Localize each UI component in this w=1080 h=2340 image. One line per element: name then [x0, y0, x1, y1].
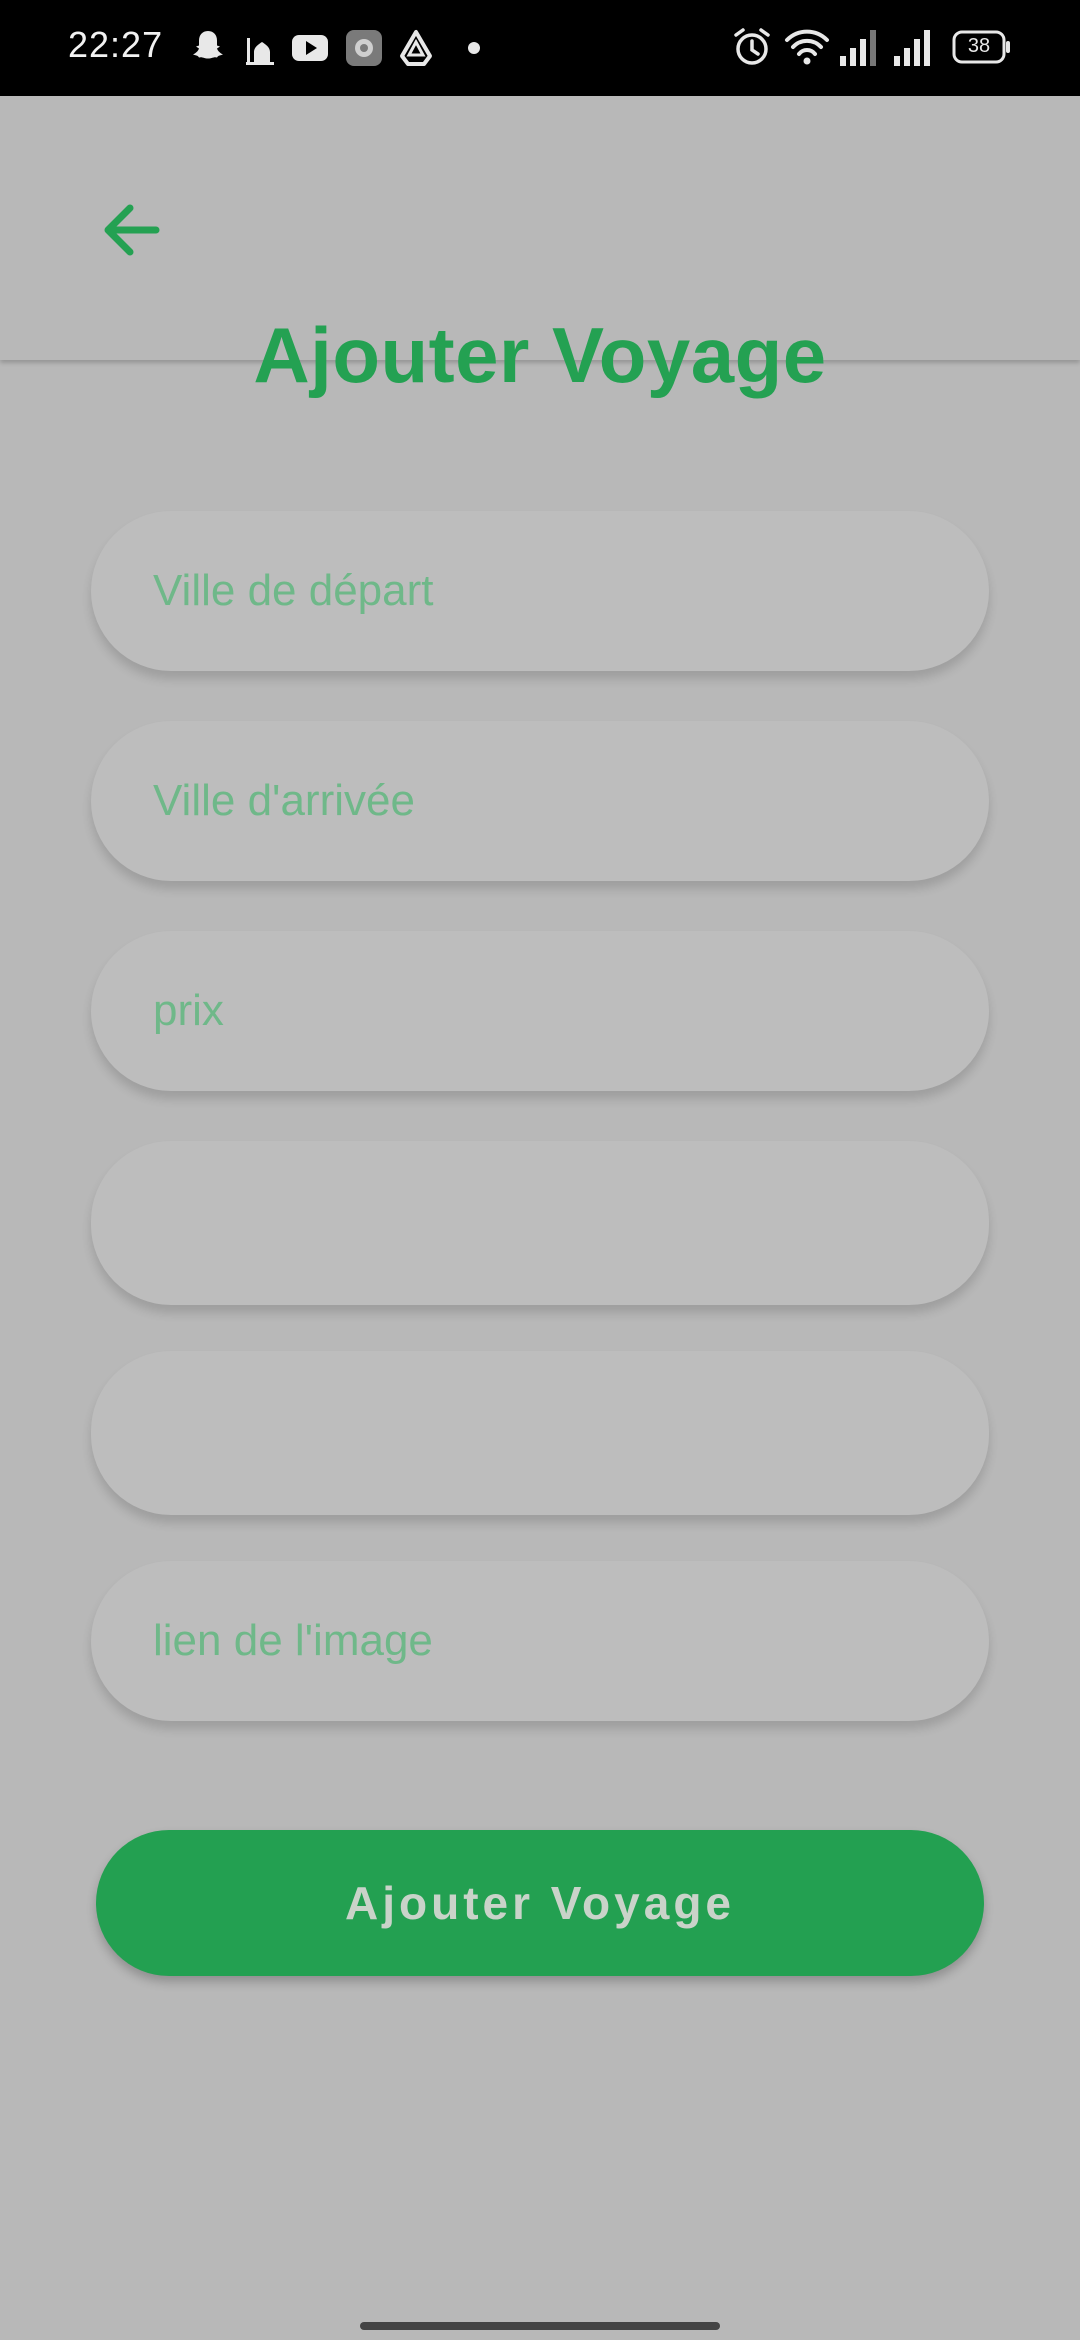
arrow-left-icon — [104, 204, 160, 256]
arrival-city-input[interactable] — [91, 721, 989, 881]
status-time: 22:27 — [68, 24, 164, 65]
price-field[interactable] — [91, 931, 989, 1091]
field-4[interactable] — [91, 1141, 989, 1305]
screen: 22:27 38 Ajouter Voyage Ville de départ … — [0, 0, 1080, 2340]
add-trip-button[interactable]: Ajouter Voyage — [96, 1830, 984, 1976]
wifi-icon — [785, 29, 829, 65]
snapchat-icon — [193, 31, 223, 59]
page-title: Ajouter Voyage — [253, 311, 827, 399]
dot-icon — [468, 42, 480, 54]
alarm-icon — [734, 28, 770, 65]
signal-icon — [894, 30, 930, 66]
battery-level: 38 — [967, 35, 991, 57]
image-link-input[interactable] — [91, 1561, 989, 1721]
price-input[interactable] — [91, 931, 989, 1091]
drive-icon — [400, 30, 432, 66]
field-5-input[interactable] — [91, 1351, 989, 1515]
field-4-input[interactable] — [91, 1141, 989, 1305]
status-bar: 22:27 38 — [0, 0, 1080, 96]
mosque-icon — [246, 38, 274, 65]
settings-app-icon — [346, 30, 382, 66]
home-indicator[interactable] — [360, 2322, 720, 2330]
arrival-city-field[interactable] — [91, 721, 989, 881]
battery-icon: 38 — [952, 30, 1012, 64]
image-link-field[interactable] — [91, 1561, 989, 1721]
signal-icon — [840, 30, 876, 66]
departure-city-input[interactable] — [91, 511, 989, 671]
youtube-icon — [292, 35, 328, 61]
field-5[interactable] — [91, 1351, 989, 1515]
departure-city-field[interactable] — [91, 511, 989, 671]
back-button[interactable] — [92, 190, 172, 270]
